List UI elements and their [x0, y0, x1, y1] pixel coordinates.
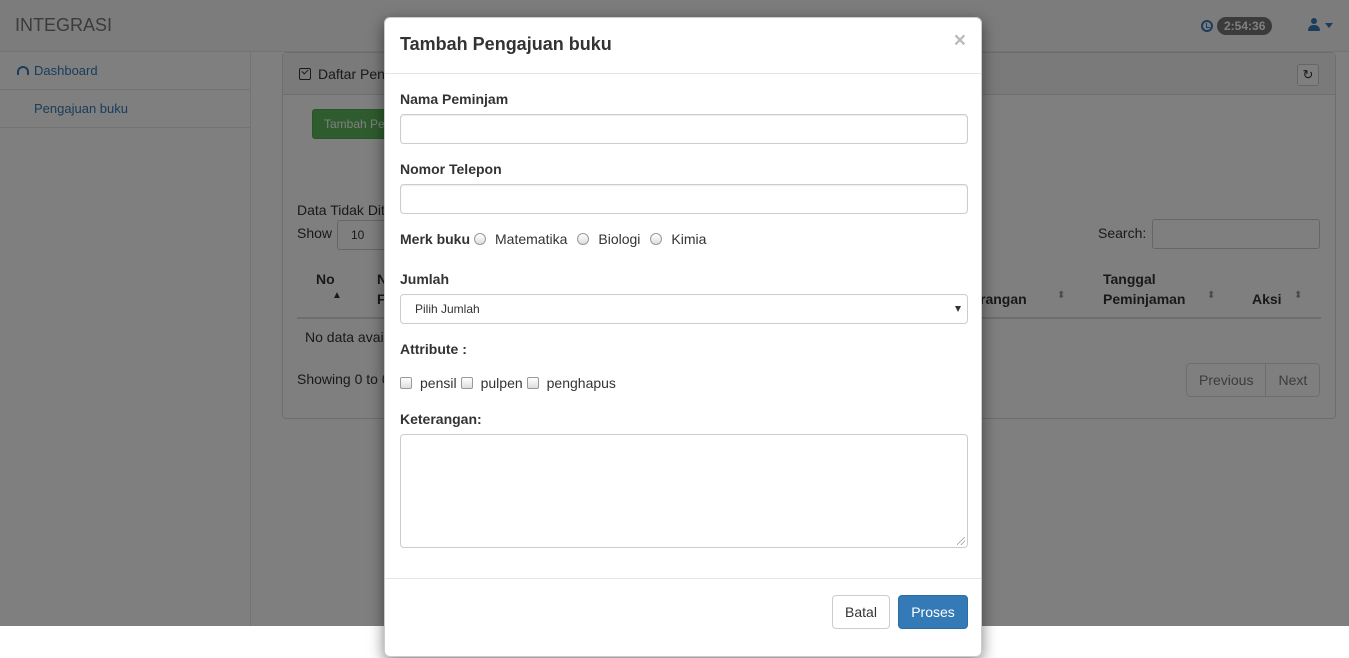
jumlah-selected-value: Pilih Jumlah: [415, 302, 480, 316]
checkbox-label: pulpen: [480, 375, 523, 391]
checkbox-label: penghapus: [546, 375, 616, 391]
close-button[interactable]: ×: [954, 30, 966, 51]
merk-buku-group: Merk buku Matematika Biologi Kimia: [400, 231, 716, 247]
keterangan-label: Keterangan:: [400, 411, 482, 427]
radio-button[interactable]: [650, 233, 663, 245]
modal-title: Tambah Pengajuan buku: [400, 34, 612, 54]
attribute-group: pensil pulpen penghapus: [400, 375, 620, 391]
modal-header: Tambah Pengajuan buku ×: [385, 18, 981, 74]
add-request-modal: Tambah Pengajuan buku × Nama Peminjam No…: [384, 17, 982, 657]
dropdown-arrow-icon: [955, 306, 961, 312]
checkbox[interactable]: [460, 377, 473, 389]
checkbox[interactable]: [400, 377, 412, 389]
cancel-button[interactable]: Batal: [832, 595, 890, 629]
modal-footer: Batal Proses: [385, 578, 981, 658]
radio-option-biologi[interactable]: Biologi: [577, 231, 640, 247]
checkbox-label: pensil: [420, 375, 457, 391]
nama-peminjam-input[interactable]: [400, 114, 968, 144]
merk-buku-label: Merk buku: [400, 231, 471, 247]
resize-handle-icon[interactable]: [957, 537, 965, 545]
radio-label: Kimia: [671, 231, 707, 247]
jumlah-select[interactable]: Pilih Jumlah: [400, 294, 968, 324]
attribute-label: Attribute :: [400, 341, 467, 357]
checkbox-option-pulpen[interactable]: pulpen: [460, 375, 523, 391]
nomor-telepon-label: Nomor Telepon: [400, 161, 502, 177]
nama-peminjam-label: Nama Peminjam: [400, 91, 509, 107]
jumlah-label: Jumlah: [400, 271, 450, 287]
radio-label: Biologi: [598, 231, 641, 247]
radio-button[interactable]: [577, 233, 590, 245]
radio-button[interactable]: [474, 233, 487, 245]
submit-button[interactable]: Proses: [898, 595, 968, 629]
radio-option-kimia[interactable]: Kimia: [650, 231, 706, 247]
radio-label: Matematika: [495, 231, 568, 247]
radio-option-matematika[interactable]: Matematika: [474, 231, 567, 247]
checkbox-option-penghapus[interactable]: penghapus: [526, 375, 616, 391]
keterangan-textarea[interactable]: [400, 434, 968, 548]
checkbox[interactable]: [526, 377, 539, 389]
checkbox-option-pensil[interactable]: pensil: [400, 375, 457, 391]
nomor-telepon-input[interactable]: [400, 184, 968, 214]
